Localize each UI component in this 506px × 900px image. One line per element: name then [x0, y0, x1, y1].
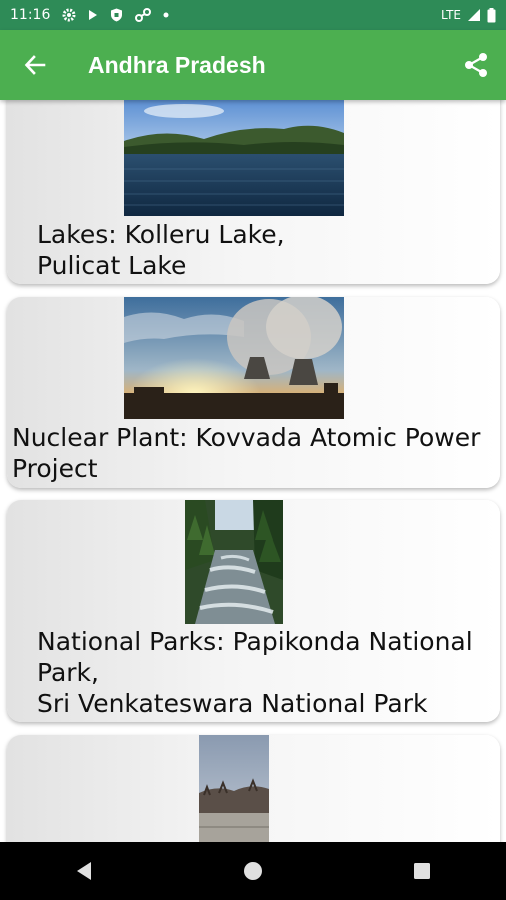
card-parks-value-line2: Park,	[37, 658, 99, 687]
battery-icon	[487, 7, 496, 22]
nav-home-button[interactable]	[223, 842, 283, 900]
nuclear-plant-photo	[124, 297, 344, 419]
play-icon	[89, 10, 98, 20]
card-lakes-value-line2: Pulicat Lake	[37, 251, 187, 280]
card-nuclear-value-line2: Project	[12, 454, 98, 483]
card-nuclear-label: Nuclear Plant:	[12, 423, 188, 452]
card-landscape[interactable]	[7, 735, 500, 842]
nav-back-icon	[77, 862, 92, 880]
status-time: 11:16	[10, 7, 51, 23]
content-list[interactable]: Lakes: Kolleru Lake, Pulicat Lake Nuclea…	[0, 100, 506, 842]
card-parks-label: National Parks:	[37, 627, 225, 656]
card-nuclear-plant[interactable]: Nuclear Plant: Kovvada Atomic Power Proj…	[7, 297, 500, 488]
app-bar: Andhra Pradesh	[0, 30, 506, 100]
landscape-photo	[199, 735, 269, 842]
status-bar: 11:16 LTE	[0, 0, 506, 30]
nav-home-icon	[243, 862, 262, 880]
card-lakes-value-line1: Kolleru Lake,	[124, 220, 285, 249]
card-lakes-caption: Lakes: Kolleru Lake, Pulicat Lake	[37, 219, 285, 281]
settings-icon	[62, 8, 76, 22]
card-parks-value-line1: Papikonda National	[232, 627, 473, 656]
nav-recents-icon	[413, 863, 430, 879]
card-parks-value-line3: Sri Venkateswara National Park	[37, 689, 428, 718]
card-parks-caption: National Parks: Papikonda National Park,…	[37, 626, 473, 719]
card-nuclear-caption: Nuclear Plant: Kovvada Atomic Power Proj…	[12, 422, 480, 484]
lake-photo	[124, 100, 344, 216]
arrow-back-icon	[24, 55, 46, 75]
share-button[interactable]	[446, 30, 506, 100]
card-nuclear-value-line1: Kovvada Atomic Power	[195, 423, 481, 452]
card-lakes[interactable]: Lakes: Kolleru Lake, Pulicat Lake	[7, 100, 500, 284]
dot-icon	[163, 12, 169, 18]
nav-recents-button[interactable]	[392, 842, 452, 900]
network-type: LTE	[441, 8, 461, 22]
nav-back-button[interactable]	[54, 842, 114, 900]
back-button[interactable]	[0, 30, 70, 100]
shield-icon	[111, 8, 123, 22]
navigation-bar	[0, 842, 506, 900]
signal-icon	[468, 9, 480, 21]
card-lakes-label: Lakes:	[37, 220, 117, 249]
card-national-parks[interactable]: National Parks: Papikonda National Park,…	[7, 500, 500, 722]
forest-river-photo	[185, 500, 283, 624]
link-icon	[135, 8, 152, 22]
share-icon	[465, 53, 487, 77]
page-title: Andhra Pradesh	[88, 51, 266, 78]
